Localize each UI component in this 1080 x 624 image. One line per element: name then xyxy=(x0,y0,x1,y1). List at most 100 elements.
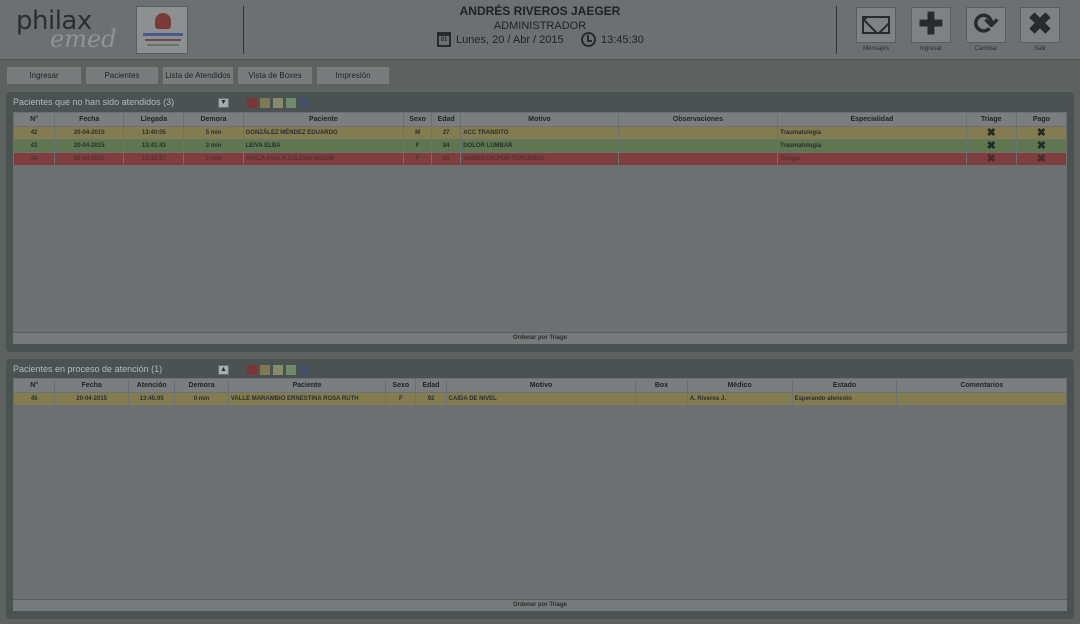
cell-especialidad: Cirugía xyxy=(778,153,966,165)
cell-fecha: 20-04-2015 xyxy=(55,140,124,152)
current-time: 13:45:30 xyxy=(601,33,644,46)
time-display: 13:45:30 xyxy=(581,32,644,47)
cell-medico: A. Riveros J. xyxy=(687,393,792,405)
date-display: 01 Lunes, 20 / Abr / 2015 xyxy=(437,32,564,47)
triage-color-legend xyxy=(247,365,309,375)
col-paciente[interactable]: Paciente xyxy=(243,113,404,126)
legend-swatch[interactable] xyxy=(273,365,283,375)
col-estado[interactable]: Estado xyxy=(792,379,897,392)
user-role: ADMINISTRADOR xyxy=(493,20,587,32)
legend-swatch[interactable] xyxy=(247,98,257,108)
cell-triage[interactable]: ✖ xyxy=(966,153,1016,165)
col-n[interactable]: N° xyxy=(14,379,55,392)
cell-sexo: M xyxy=(404,127,432,139)
col-edad[interactable]: Edad xyxy=(416,379,446,392)
cell-n: 42 xyxy=(14,127,55,139)
in-progress-table-wrapper: N° Fecha Atención Demora Paciente Sexo E… xyxy=(13,378,1067,611)
legend-swatch[interactable] xyxy=(299,98,309,108)
cell-n: 44 xyxy=(14,153,55,165)
triage-pending-icon[interactable]: ✖ xyxy=(987,127,996,139)
triage-pending-icon[interactable]: ✖ xyxy=(987,153,996,165)
col-medico[interactable]: Médico xyxy=(687,379,792,392)
col-n[interactable]: N° xyxy=(14,113,55,126)
cell-pago[interactable]: ✖ xyxy=(1016,140,1066,152)
table-row[interactable]: 45 20-04-2015 13:45:05 0 min VALLE MARAM… xyxy=(14,393,1066,405)
legend-swatch[interactable] xyxy=(273,98,283,108)
refresh-icon: ⟳ xyxy=(966,7,1006,43)
cell-observaciones xyxy=(618,140,778,152)
exit-button[interactable]: ✖ Salir xyxy=(1018,7,1062,57)
col-motivo[interactable]: Motivo xyxy=(446,379,636,392)
col-paciente[interactable]: Paciente xyxy=(228,379,386,392)
col-especialidad[interactable]: Especialidad xyxy=(778,113,966,126)
sort-by-triage-button[interactable]: Ordenar por Triage xyxy=(13,332,1067,344)
payment-pending-icon[interactable]: ✖ xyxy=(1037,153,1046,165)
col-sexo[interactable]: Sexo xyxy=(386,379,416,392)
table-row[interactable]: 43 20-04-2015 13:41:43 3 min LEIVA ELBA … xyxy=(14,140,1066,152)
legend-swatch[interactable] xyxy=(260,365,270,375)
col-sexo[interactable]: Sexo xyxy=(404,113,432,126)
cell-sexo: F xyxy=(386,393,416,405)
sort-by-triage-button[interactable]: Ordenar por Triage xyxy=(13,599,1067,611)
col-fecha[interactable]: Fecha xyxy=(55,113,124,126)
cell-observaciones xyxy=(618,127,778,139)
legend-swatch[interactable] xyxy=(247,365,257,375)
cell-llegada: 13:43:17 xyxy=(124,153,184,165)
nav-ingresar[interactable]: Ingresar xyxy=(6,66,82,85)
cell-sexo: F xyxy=(404,140,432,152)
triage-color-legend xyxy=(247,98,309,108)
institution-emblem xyxy=(136,6,188,54)
col-pago[interactable]: Pago xyxy=(1016,113,1066,126)
payment-pending-icon[interactable]: ✖ xyxy=(1037,140,1046,152)
cell-paciente: VALLE MARAMBIO ERNESTINA ROSA RUTH xyxy=(228,393,386,405)
col-triage[interactable]: Triage xyxy=(966,113,1016,126)
chevron-down-icon[interactable]: ▼ xyxy=(218,98,229,108)
table-row[interactable]: 44 20-04-2015 13:43:17 2 min AYALA AYALA… xyxy=(14,153,1066,165)
admit-button[interactable]: ✚ Ingresar xyxy=(909,7,953,57)
cell-especialidad: Traumatología xyxy=(778,127,966,139)
payment-pending-icon[interactable]: ✖ xyxy=(1037,127,1046,139)
nav-vista-boxes[interactable]: Vista de Boxes xyxy=(237,66,313,85)
col-demora[interactable]: Demora xyxy=(184,113,243,126)
col-observaciones[interactable]: Observaciones xyxy=(618,113,778,126)
nav-impresion[interactable]: Impresión xyxy=(316,66,390,85)
col-comentarios[interactable]: Comentarios xyxy=(897,379,1066,392)
cell-pago[interactable]: ✖ xyxy=(1016,127,1066,139)
table-row[interactable]: 42 20-04-2015 13:40:05 5 min GONZÁLEZ MÉ… xyxy=(14,127,1066,139)
clock-icon xyxy=(581,32,596,47)
change-label: Cambiar xyxy=(974,46,998,52)
col-box[interactable]: Box xyxy=(636,379,687,392)
cell-demora: 3 min xyxy=(184,140,243,152)
cell-llegada: 13:41:43 xyxy=(124,140,184,152)
triage-pending-icon[interactable]: ✖ xyxy=(987,140,996,152)
legend-swatch[interactable] xyxy=(286,365,296,375)
cell-box xyxy=(636,393,687,405)
panel-title: Pacientes que no han sido atendidos (3) xyxy=(13,97,175,107)
cell-demora: 5 min xyxy=(184,127,243,139)
cell-fecha: 20-04-2015 xyxy=(55,127,124,139)
cell-paciente: GONZÁLEZ MÉNDEZ EDUARDO xyxy=(243,127,404,139)
col-edad[interactable]: Edad xyxy=(432,113,461,126)
col-motivo[interactable]: Motivo xyxy=(461,113,618,126)
exit-label: Salir xyxy=(1033,46,1046,52)
cell-triage[interactable]: ✖ xyxy=(966,140,1016,152)
plus-icon: ✚ xyxy=(911,7,951,43)
cell-edad: 92 xyxy=(416,393,446,405)
legend-swatch[interactable] xyxy=(286,98,296,108)
app-header: philax emed ANDRÉS RIVEROS JAEGER ADMINI… xyxy=(0,0,1080,60)
legend-swatch[interactable] xyxy=(299,365,309,375)
close-icon: ✖ xyxy=(1020,7,1060,43)
change-button[interactable]: ⟳ Cambiar xyxy=(964,7,1008,57)
legend-swatch[interactable] xyxy=(260,98,270,108)
cell-triage[interactable]: ✖ xyxy=(966,127,1016,139)
nav-lista-atendidos[interactable]: Lista de Atendidos xyxy=(162,66,234,85)
chevron-up-icon[interactable]: ▲ xyxy=(218,365,229,375)
col-atencion[interactable]: Atención xyxy=(128,379,175,392)
col-demora[interactable]: Demora xyxy=(175,379,228,392)
cell-motivo: AGRESION POR TERCEROS xyxy=(461,153,618,165)
col-llegada[interactable]: Llegada xyxy=(124,113,184,126)
cell-pago[interactable]: ✖ xyxy=(1016,153,1066,165)
nav-pacientes[interactable]: Pacientes xyxy=(85,66,159,85)
messages-button[interactable]: Mensajes xyxy=(854,7,898,57)
col-fecha[interactable]: Fecha xyxy=(55,379,128,392)
